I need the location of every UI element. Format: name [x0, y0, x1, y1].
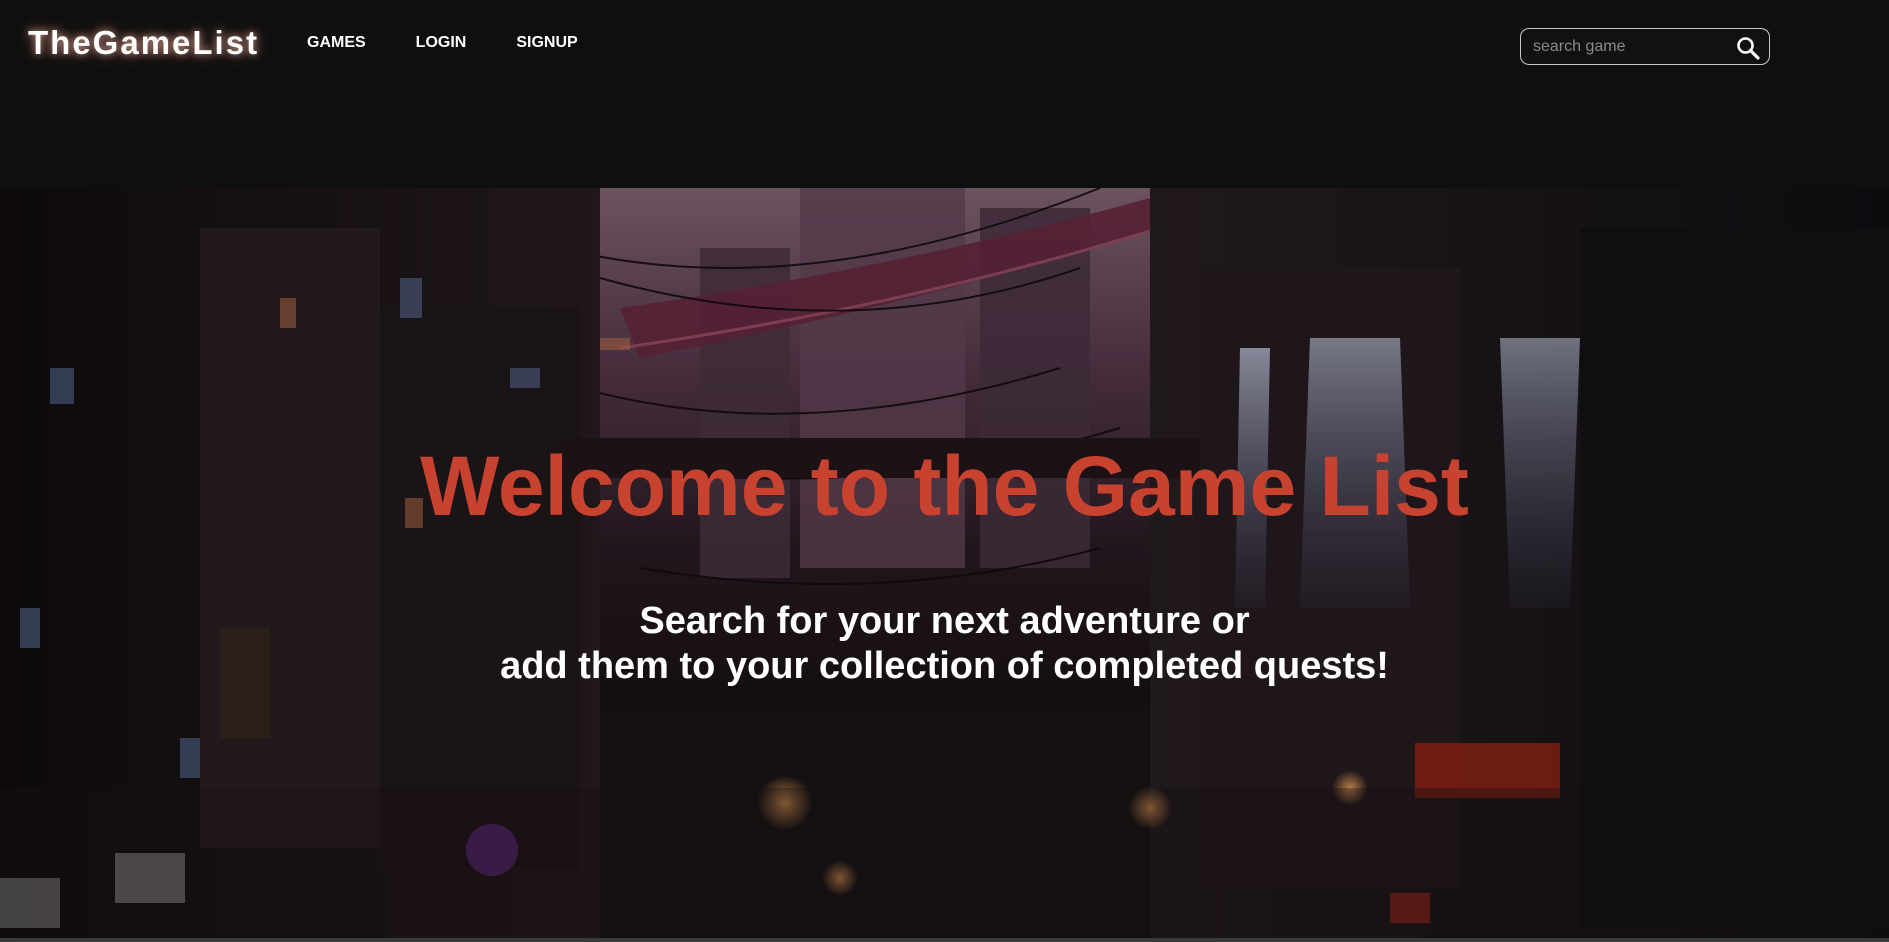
hero-subtitle-line-1: Search for your next adventure or — [639, 600, 1250, 642]
hero-background-image — [0, 188, 1889, 942]
search-box — [1520, 28, 1770, 65]
hero-title: Welcome to the Game List — [420, 439, 1469, 533]
top-navigation-bar: TheGameList GAMES LOGIN SIGNUP — [0, 0, 1889, 188]
hero-subtitle-line-2: add them to your collection of completed… — [500, 645, 1389, 687]
hero-section: Welcome to the Game List Search for your… — [0, 188, 1889, 942]
site-logo[interactable]: TheGameList — [28, 24, 259, 62]
page-bottom-divider — [0, 938, 1889, 942]
nav-login-link[interactable]: LOGIN — [416, 34, 467, 52]
search-icon[interactable] — [1735, 35, 1761, 61]
search-input[interactable] — [1533, 29, 1728, 64]
hero-subtitle: Search for your next adventure or add th… — [0, 599, 1889, 689]
nav-games-link[interactable]: GAMES — [307, 34, 366, 52]
nav-signup-link[interactable]: SIGNUP — [516, 34, 577, 52]
main-nav: GAMES LOGIN SIGNUP — [307, 34, 628, 52]
